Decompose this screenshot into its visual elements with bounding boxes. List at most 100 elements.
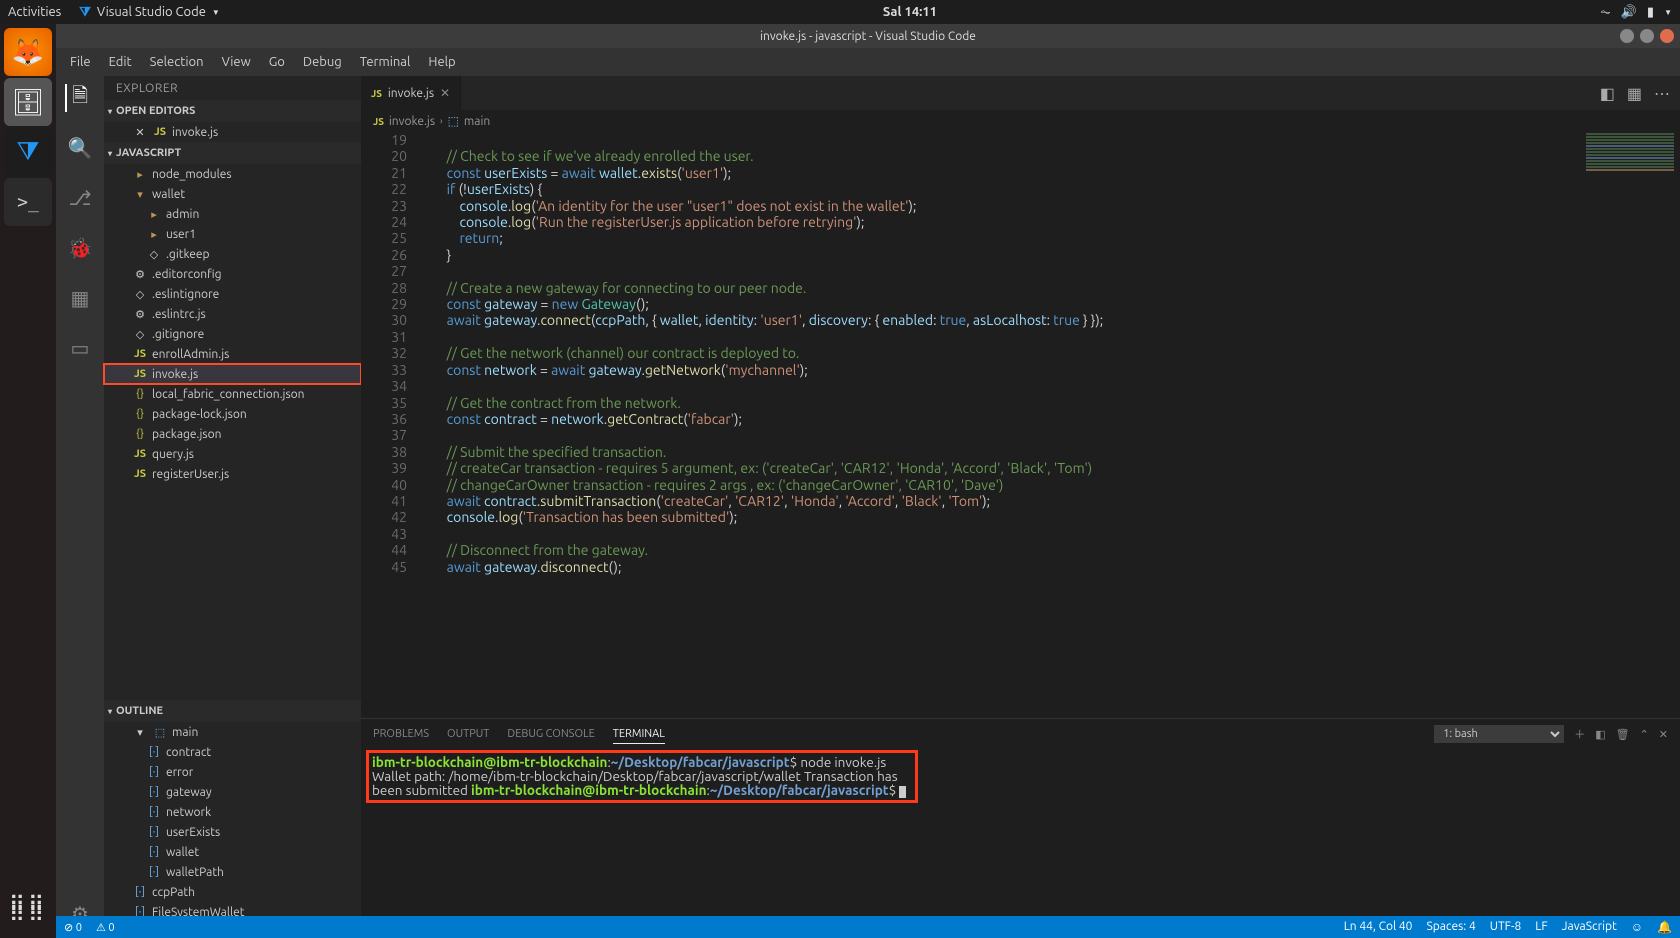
- menu-help[interactable]: Help: [420, 53, 463, 71]
- menu-file[interactable]: File: [62, 53, 99, 71]
- chevron-down-icon[interactable]: ▼: [1664, 8, 1672, 17]
- clock[interactable]: Sal 14:11: [883, 5, 937, 19]
- app-name[interactable]: Visual Studio Code: [97, 5, 206, 19]
- menu-debug[interactable]: Debug: [295, 53, 350, 71]
- gear-icon: ⚙: [132, 308, 148, 321]
- volume-icon[interactable]: 🔊: [1621, 5, 1637, 20]
- folder-icon: ▸: [146, 228, 162, 241]
- tab-invoke[interactable]: JS invoke.js ✕: [361, 76, 461, 110]
- outline-item[interactable]: [·]gateway: [104, 782, 361, 802]
- workspace-header[interactable]: ▾JAVASCRIPT: [104, 142, 361, 164]
- terminal-highlighted-region: ibm-tr-blockchain@ibm-tr-blockchain:~/De…: [369, 753, 915, 800]
- layout-icon[interactable]: ▦: [1627, 84, 1642, 103]
- outline-item[interactable]: [·]walletPath: [104, 862, 361, 882]
- breadcrumb[interactable]: JS invoke.js › ⬚ main: [361, 110, 1680, 132]
- file-tree-item[interactable]: ▸admin: [104, 204, 361, 224]
- split-editor-icon[interactable]: ◧: [1600, 84, 1615, 103]
- outline-item[interactable]: [·]wallet: [104, 842, 361, 862]
- menu-go[interactable]: Go: [261, 53, 293, 71]
- file-tree-item[interactable]: ◇.eslintignore: [104, 284, 361, 304]
- file-tree-item[interactable]: JSregisterUser.js: [104, 464, 361, 484]
- variable-icon: [·]: [146, 866, 162, 878]
- outline-item[interactable]: [·]ccpPath: [104, 882, 361, 902]
- extensions-icon[interactable]: ▦: [66, 284, 94, 312]
- file-tree-item[interactable]: ⚙.editorconfig: [104, 264, 361, 284]
- file-icon: ◇: [132, 328, 148, 341]
- errors-count[interactable]: ⊘ 0: [64, 921, 82, 934]
- file-tree-item[interactable]: {}local_fabric_connection.json: [104, 384, 361, 404]
- maximize-button[interactable]: [1640, 29, 1654, 43]
- maximize-panel-icon[interactable]: ⌃: [1640, 728, 1649, 741]
- language-mode[interactable]: JavaScript: [1562, 920, 1617, 934]
- panel-tab-debug-console[interactable]: DEBUG CONSOLE: [507, 728, 594, 740]
- menu-bar: FileEditSelectionViewGoDebugTerminalHelp: [56, 48, 1680, 76]
- open-editor-item[interactable]: ✕ JS invoke.js: [104, 122, 361, 142]
- kill-terminal-icon[interactable]: 🗑: [1616, 728, 1630, 741]
- minimap[interactable]: [1580, 132, 1680, 332]
- new-terminal-icon[interactable]: ＋: [1574, 726, 1585, 742]
- file-tree-item[interactable]: ◇.gitkeep: [104, 244, 361, 264]
- file-tree-item[interactable]: ▸user1: [104, 224, 361, 244]
- variable-icon: [·]: [146, 746, 162, 758]
- file-tree-item[interactable]: JSinvoke.js: [104, 364, 361, 384]
- debug-icon[interactable]: 🐞: [66, 234, 94, 262]
- file-tree-item[interactable]: JSquery.js: [104, 444, 361, 464]
- file-icon: ◇: [146, 248, 162, 261]
- encoding[interactable]: UTF-8: [1490, 920, 1521, 934]
- json-icon: {}: [132, 408, 148, 420]
- menu-edit[interactable]: Edit: [101, 53, 140, 71]
- panel-tab-terminal[interactable]: TERMINAL: [613, 728, 665, 744]
- terminal-shell-select[interactable]: 1: bash: [1434, 725, 1564, 743]
- vscode-dock-icon[interactable]: ⧩: [4, 128, 52, 176]
- panel-tab-problems[interactable]: PROBLEMS: [373, 728, 429, 740]
- file-tree-item[interactable]: ▸node_modules: [104, 164, 361, 184]
- outline-item[interactable]: ▾⬚main: [104, 722, 361, 742]
- file-tree-item[interactable]: ⚙.eslintrc.js: [104, 304, 361, 324]
- file-tree-item[interactable]: ◇.gitignore: [104, 324, 361, 344]
- notifications-icon[interactable]: 🔔: [1657, 920, 1672, 934]
- outline-item[interactable]: [·]error: [104, 762, 361, 782]
- battery-icon[interactable]: ▮: [1647, 5, 1654, 20]
- network-icon[interactable]: ⏦: [1600, 5, 1611, 20]
- menu-terminal[interactable]: Terminal: [352, 53, 419, 71]
- more-icon[interactable]: ⋯: [1654, 84, 1670, 103]
- terminal-dock-icon[interactable]: >_: [4, 178, 52, 226]
- js-icon: JS: [132, 448, 148, 460]
- outline-item[interactable]: [·]userExists: [104, 822, 361, 842]
- file-tree-item[interactable]: JSenrollAdmin.js: [104, 344, 361, 364]
- outline-icon[interactable]: ▭: [66, 334, 94, 362]
- window-title: invoke.js - javascript - Visual Studio C…: [760, 30, 976, 43]
- panel-tab-output[interactable]: OUTPUT: [447, 728, 489, 740]
- close-panel-icon[interactable]: ✕: [1659, 728, 1668, 741]
- menu-view[interactable]: View: [214, 53, 259, 71]
- apps-grid-icon[interactable]: ⠿⠿⠿⠿: [6, 888, 50, 932]
- minimize-button[interactable]: [1620, 29, 1634, 43]
- close-icon[interactable]: ✕: [132, 126, 148, 139]
- scm-icon[interactable]: ⎇: [66, 184, 94, 212]
- open-editors-header[interactable]: ▾OPEN EDITORS: [104, 100, 361, 122]
- file-tree-item[interactable]: ▾wallet: [104, 184, 361, 204]
- file-tree-item[interactable]: {}package.json: [104, 424, 361, 444]
- editor-tabs: JS invoke.js ✕ ◧ ▦ ⋯: [361, 76, 1680, 110]
- outline-header[interactable]: ▾OUTLINE: [104, 700, 361, 722]
- search-icon[interactable]: 🔍: [66, 134, 94, 162]
- close-button[interactable]: [1660, 29, 1674, 43]
- terminal[interactable]: ibm-tr-blockchain@ibm-tr-blockchain:~/De…: [361, 749, 1680, 938]
- close-icon[interactable]: ✕: [440, 86, 450, 100]
- outline-item[interactable]: [·]contract: [104, 742, 361, 762]
- activities-button[interactable]: Activities: [8, 5, 61, 19]
- code-editor[interactable]: 19 20 21 22 23 24 25 26 27 28 29 30 31 3…: [361, 132, 1680, 718]
- indent-type[interactable]: Spaces: 4: [1426, 920, 1475, 934]
- warnings-count[interactable]: ⚠ 0: [96, 921, 115, 934]
- explorer-icon[interactable]: 🗎: [65, 84, 93, 112]
- eol[interactable]: LF: [1535, 920, 1547, 934]
- files-icon[interactable]: 🗄: [4, 78, 52, 126]
- split-terminal-icon[interactable]: ◧: [1595, 728, 1605, 741]
- menu-selection[interactable]: Selection: [142, 53, 212, 71]
- cursor-position[interactable]: Ln 44, Col 40: [1344, 920, 1413, 934]
- json-icon: {}: [132, 428, 148, 440]
- file-tree-item[interactable]: {}package-lock.json: [104, 404, 361, 424]
- outline-item[interactable]: [·]network: [104, 802, 361, 822]
- firefox-icon[interactable]: 🦊: [4, 28, 52, 76]
- feedback-icon[interactable]: ☺: [1631, 920, 1643, 934]
